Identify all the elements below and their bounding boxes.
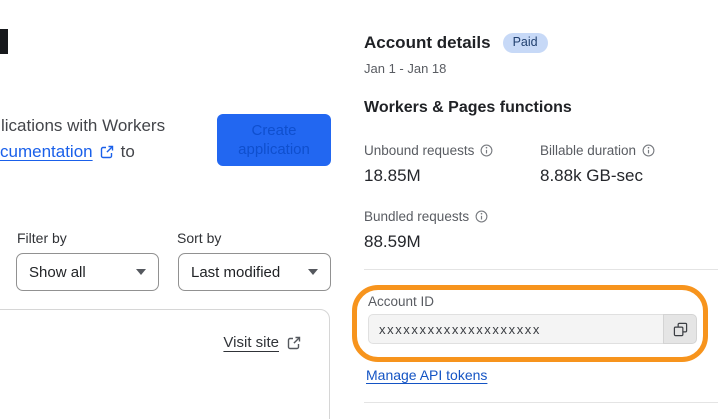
stat-label: Unbound requests xyxy=(364,143,475,158)
stat-value: 88.59M xyxy=(364,232,421,251)
workers-pages-dashboard: lications with Workers cumentation to Cr… xyxy=(0,0,718,419)
site-card: Visit site xyxy=(0,309,330,419)
account-id-input[interactable] xyxy=(368,314,663,344)
external-link-icon xyxy=(287,336,301,350)
stat-label: Bundled requests xyxy=(364,209,470,224)
external-link-icon xyxy=(100,145,114,159)
intro-text-line1: lications with Workers xyxy=(1,116,166,135)
intro-text-line2: cumentation to xyxy=(0,142,135,162)
intro-suffix-text: to xyxy=(120,142,135,161)
divider xyxy=(364,402,718,403)
manage-api-tokens-link[interactable]: Manage API tokens xyxy=(366,367,487,383)
account-details-title: Account details xyxy=(364,33,491,52)
filter-dropdown-value: Show all xyxy=(29,263,86,281)
chevron-down-icon xyxy=(136,269,146,275)
chevron-down-icon xyxy=(308,269,318,275)
create-application-button[interactable]: Create application xyxy=(217,114,331,166)
copy-button[interactable] xyxy=(663,314,697,344)
stat-unbound-requests: Unbound requests 18.85M xyxy=(364,143,493,186)
filter-by-label: Filter by xyxy=(17,230,67,246)
date-range: Jan 1 - Jan 18 xyxy=(364,61,447,76)
paid-plan-badge: Paid xyxy=(502,33,548,53)
sort-by-label: Sort by xyxy=(177,230,222,246)
documentation-link[interactable]: cumentation xyxy=(0,142,93,162)
info-circle-icon[interactable] xyxy=(475,210,488,223)
account-id-field-group xyxy=(368,314,697,344)
filter-dropdown[interactable]: Show all xyxy=(16,253,159,291)
info-circle-icon[interactable] xyxy=(642,144,655,157)
stat-value: 8.88k GB-sec xyxy=(540,166,643,185)
stat-billable-duration: Billable duration 8.88k GB-sec xyxy=(540,143,655,186)
divider xyxy=(364,269,718,270)
left-edge-artifact xyxy=(0,29,8,54)
visit-site-wrap: Visit site xyxy=(223,334,301,351)
functions-section-title: Workers & Pages functions xyxy=(364,99,572,116)
copy-icon xyxy=(673,322,688,337)
stat-label: Billable duration xyxy=(540,143,637,158)
account-details-header: Account details Paid xyxy=(364,33,548,53)
sort-dropdown[interactable]: Last modified xyxy=(178,253,331,291)
account-id-label: Account ID xyxy=(368,294,435,309)
info-circle-icon[interactable] xyxy=(480,144,493,157)
sort-dropdown-value: Last modified xyxy=(191,263,281,281)
stat-bundled-requests: Bundled requests 88.59M xyxy=(364,209,488,252)
stat-value: 18.85M xyxy=(364,166,421,185)
visit-site-link[interactable]: Visit site xyxy=(223,334,279,351)
